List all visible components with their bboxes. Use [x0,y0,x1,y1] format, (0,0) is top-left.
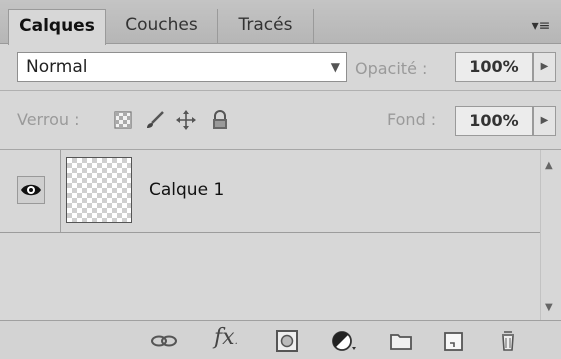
layer-name[interactable]: Calque 1 [149,180,224,200]
fill-label: Fond : [387,110,437,129]
lock-position-icon[interactable] [175,109,197,131]
fx-icon[interactable]: fx. [214,325,248,350]
opacity-label: Opacité : [355,59,428,78]
layers-list: Calque 1 [0,150,540,320]
lock-paint-icon[interactable] [144,109,166,131]
layer-row[interactable]: Calque 1 [0,150,540,233]
tab-bar: Calques Couches Tracés ▾≡ [0,0,561,45]
lock-all-icon[interactable] [209,109,231,131]
eye-icon[interactable] [17,176,45,204]
blend-mode-select[interactable]: Normal ▼ [17,52,347,82]
opacity-input[interactable]: 100% [455,52,533,82]
visibility-cell[interactable] [0,150,61,232]
bottom-toolbar: fx. [0,320,561,359]
layers-panel: Calques Couches Tracés ▾≡ Normal ▼ Opaci… [0,0,561,359]
tab-traces[interactable]: Tracés [218,9,314,44]
scroll-down-icon[interactable]: ▼ [545,302,553,313]
adjustment-layer-icon[interactable] [330,329,358,353]
lock-label: Verrou : [17,110,80,129]
blend-row: Normal ▼ Opacité : 100% ▶ [0,44,561,91]
new-group-icon[interactable] [387,329,415,353]
tab-couches[interactable]: Couches [106,9,218,44]
add-mask-icon[interactable] [273,329,301,353]
lock-transparency-icon[interactable] [112,109,134,131]
blend-mode-value: Normal [26,57,88,77]
fill-input[interactable]: 100% [455,106,533,136]
scrollbar[interactable]: ▲ ▼ [540,150,561,320]
scroll-up-icon[interactable]: ▲ [545,160,553,171]
layer-thumbnail[interactable] [66,157,132,223]
panel-menu-icon[interactable]: ▾≡ [529,16,553,36]
trash-icon[interactable] [494,329,522,353]
dropdown-arrow-icon: ▼ [330,60,340,74]
link-layers-icon[interactable] [150,329,178,353]
tab-calques[interactable]: Calques [8,9,106,45]
new-layer-icon[interactable] [440,329,468,353]
fill-stepper-icon[interactable]: ▶ [533,106,556,136]
lock-row: Verrou : Fond : 100% ▶ [0,91,561,150]
opacity-stepper-icon[interactable]: ▶ [533,52,556,82]
